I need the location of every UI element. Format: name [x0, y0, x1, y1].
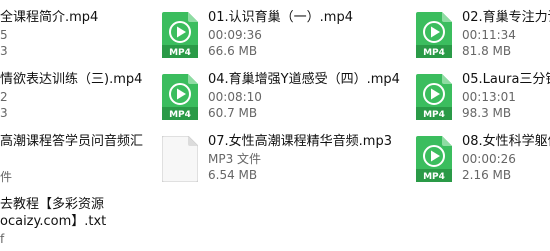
file-type: f: [0, 232, 5, 246]
file-name: 02.育巢专注力训: [462, 10, 550, 25]
file-duration: 00:08:10: [208, 90, 262, 104]
file-size: 81.8 MB: [462, 44, 512, 58]
file-name: 04.育巢增强Y道感受（四）.mp4: [208, 72, 400, 87]
mp4-file-icon: [416, 136, 452, 182]
file-name: 08.女性科学躯体: [462, 134, 550, 149]
file-duration: 5: [0, 28, 8, 42]
mp4-file-icon: [416, 74, 452, 120]
file-duration: 00:09:36: [208, 28, 262, 42]
file-size: 60.7 MB: [208, 106, 258, 120]
file-size: 2.16 MB: [462, 168, 512, 182]
file-duration: 00:11:34: [462, 28, 516, 42]
file-size: 6.54 MB: [208, 168, 258, 182]
file-name: 全课程简介.mp4: [0, 10, 99, 25]
file-size: 3: [0, 106, 8, 120]
file-name: 情欲表达训练（三).mp4: [0, 72, 143, 87]
file-size: 66.6 MB: [208, 44, 258, 58]
mp4-file-icon: [416, 12, 452, 58]
file-duration: 2: [0, 90, 8, 104]
file-name-line1: 去教程【多彩资源: [0, 197, 105, 212]
file-name: 高潮课程答学员问音频汇: [0, 134, 144, 149]
file-type: MP3 文件: [208, 152, 262, 166]
file-size: 98.3 MB: [462, 106, 512, 120]
file-name: 01.认识育巢（一）.mp4: [208, 10, 353, 25]
file-name: 05.Laura三分钟: [462, 72, 550, 87]
mp4-file-icon: [162, 12, 198, 58]
file-duration: 00:13:01: [462, 90, 516, 104]
file-size: 3: [0, 44, 8, 58]
mp4-file-icon: [162, 74, 198, 120]
file-duration: 00:00:26: [462, 152, 516, 166]
file-name-line2: ocaizy.com】.txt: [0, 214, 107, 229]
document-file-icon: [162, 136, 198, 182]
file-name: 07.女性高潮课程精华音频.mp3: [208, 134, 392, 149]
file-type: 件: [0, 170, 13, 184]
